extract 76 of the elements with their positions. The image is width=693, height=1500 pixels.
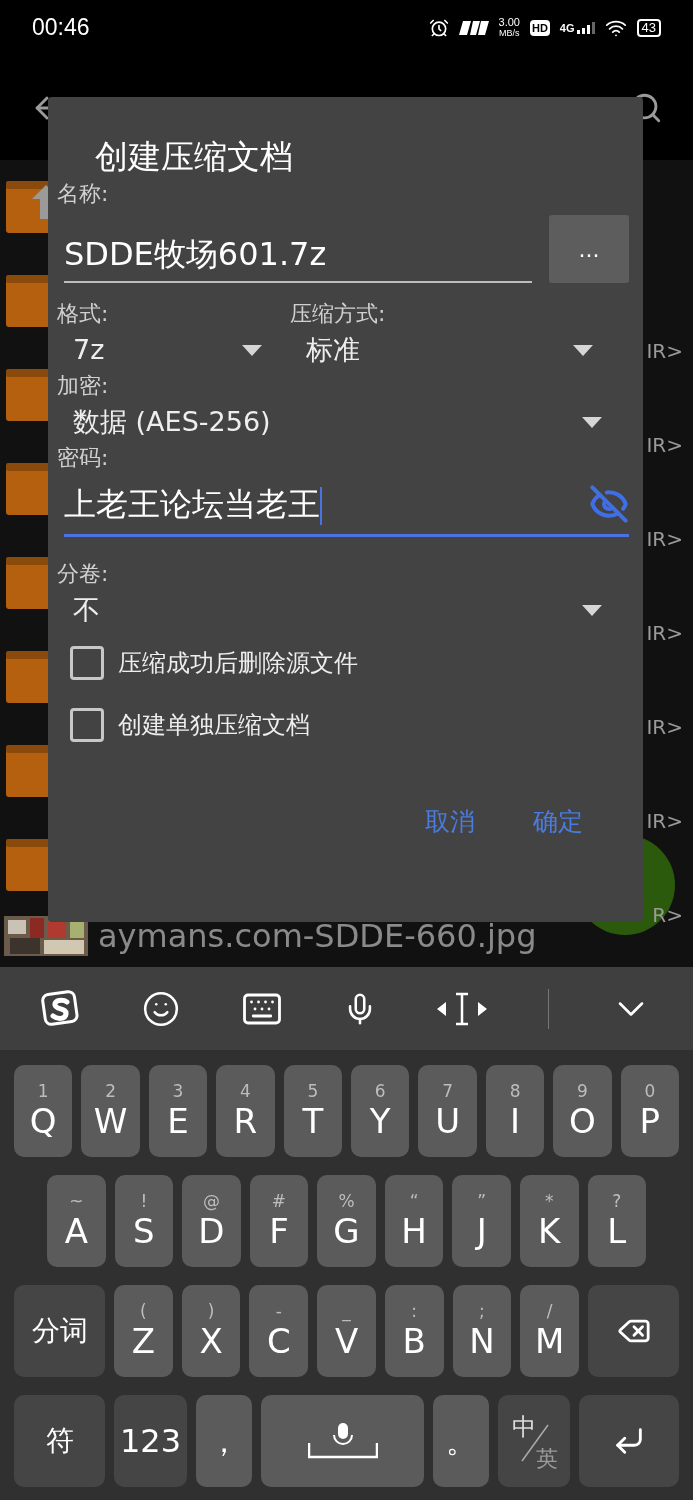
keyboard-key[interactable]: # F xyxy=(249,1175,309,1267)
dialog-title: 创建压缩文档 xyxy=(95,136,294,178)
keyboard-key[interactable]: ( Z xyxy=(114,1285,173,1377)
speed-unit: MB/s xyxy=(499,27,520,39)
dir-tag: IR> xyxy=(646,430,683,460)
field-label: 名称: xyxy=(57,180,110,208)
backspace-key[interactable] xyxy=(588,1285,680,1377)
keyboard-key[interactable]: * K xyxy=(519,1175,579,1267)
cursor-move-icon[interactable] xyxy=(437,991,488,1026)
space-key[interactable] xyxy=(261,1395,424,1487)
field-label: 压缩方式: xyxy=(290,300,387,328)
keyboard-key[interactable]: ; N xyxy=(452,1285,512,1377)
dir-tag: IR> xyxy=(646,524,683,554)
dir-tag: IR> xyxy=(646,618,683,648)
space-mic-icon xyxy=(307,1423,378,1459)
file-name: aymans.com-SDDE-660.jpg xyxy=(98,918,537,953)
hd-badge: HD xyxy=(529,19,550,36)
dropdown[interactable]: 不 xyxy=(57,589,602,631)
network-speed: 3.00 xyxy=(498,16,520,28)
dir-tag: IR> xyxy=(646,806,683,836)
name-input-field[interactable]: SDDE牧场601.7z xyxy=(64,227,532,283)
field-label: 分卷: xyxy=(57,560,110,588)
keyboard-key[interactable]: ~ A xyxy=(47,1175,106,1267)
emoji-icon[interactable] xyxy=(142,989,181,1028)
field-label: 密码: xyxy=(57,444,110,472)
keyboard-key[interactable]: ， xyxy=(196,1395,252,1487)
keyboard-key[interactable]: % G xyxy=(317,1175,376,1267)
network-type: 4G xyxy=(559,21,575,34)
keyboard-key[interactable]: _ V xyxy=(317,1285,376,1377)
alarm-icon xyxy=(428,17,449,38)
option-label: 压缩成功后删除源文件 xyxy=(118,648,358,679)
keyboard-key[interactable]: 符 xyxy=(14,1395,105,1487)
dropdown-caret-icon xyxy=(573,344,593,356)
keyboard-key[interactable]: 9 O xyxy=(553,1065,612,1157)
keyboard-key[interactable]: 123 xyxy=(114,1395,187,1487)
password-input-field[interactable]: 上老王论坛当老王 xyxy=(64,473,629,537)
dropdown[interactable]: 标准 xyxy=(290,329,593,371)
dropdown-caret-icon xyxy=(242,344,262,356)
option-label: 创建单独压缩文档 xyxy=(118,710,310,741)
keyboard-key[interactable]: : B xyxy=(384,1285,444,1377)
keyboard-key[interactable]: / M xyxy=(520,1285,580,1377)
checkbox[interactable] xyxy=(70,646,104,680)
field-label: 加密: xyxy=(57,372,110,400)
keyboard-key[interactable]: 3 E xyxy=(148,1065,208,1157)
keyboard-key[interactable]: - C xyxy=(249,1285,309,1377)
clock-time: 00:46 xyxy=(32,13,90,43)
dropdown-caret-icon xyxy=(582,416,602,428)
signal-icon xyxy=(576,21,595,34)
keyboard-key[interactable]: 1 Q xyxy=(14,1065,73,1157)
keyboard-key[interactable]: 分词 xyxy=(14,1285,105,1377)
keyboard-key[interactable]: “ H xyxy=(384,1175,444,1267)
keyboard-key[interactable]: 7 U xyxy=(418,1065,477,1157)
keyboard-key[interactable]: ” J xyxy=(452,1175,511,1267)
keyboard-key[interactable]: 8 I xyxy=(485,1065,545,1157)
status-brand-icon xyxy=(458,20,489,35)
keyboard-key[interactable]: 6 Y xyxy=(351,1065,410,1157)
battery-level: 43 xyxy=(636,18,661,37)
dir-tag: IR> xyxy=(646,336,683,366)
keyboard-key[interactable]: 2 W xyxy=(81,1065,140,1157)
keyboard-key[interactable]: @ D xyxy=(182,1175,241,1267)
keyboard-key[interactable]: 0 P xyxy=(620,1065,680,1157)
keyboard-key[interactable]: ! S xyxy=(114,1175,174,1267)
dir-tag: IR> xyxy=(646,712,683,742)
keyboard-key[interactable]: 。 xyxy=(433,1395,489,1487)
dropdown[interactable]: 7z xyxy=(57,329,262,371)
checkbox[interactable] xyxy=(70,708,104,742)
dir-tag: R> xyxy=(652,900,683,930)
keyboard-key[interactable]: ) X xyxy=(181,1285,241,1377)
keyboard-key[interactable]: 5 T xyxy=(283,1065,343,1157)
dropdown-caret-icon xyxy=(582,604,602,616)
language-key[interactable]: 中 英 xyxy=(498,1395,570,1487)
field-label: 格式: xyxy=(57,300,110,328)
keyboard-key[interactable]: ? L xyxy=(587,1175,647,1267)
browse-button[interactable]: ... xyxy=(549,215,629,283)
dropdown[interactable]: 数据 (AES-256) xyxy=(57,401,602,443)
keyboard-key[interactable]: 4 R xyxy=(216,1065,275,1157)
